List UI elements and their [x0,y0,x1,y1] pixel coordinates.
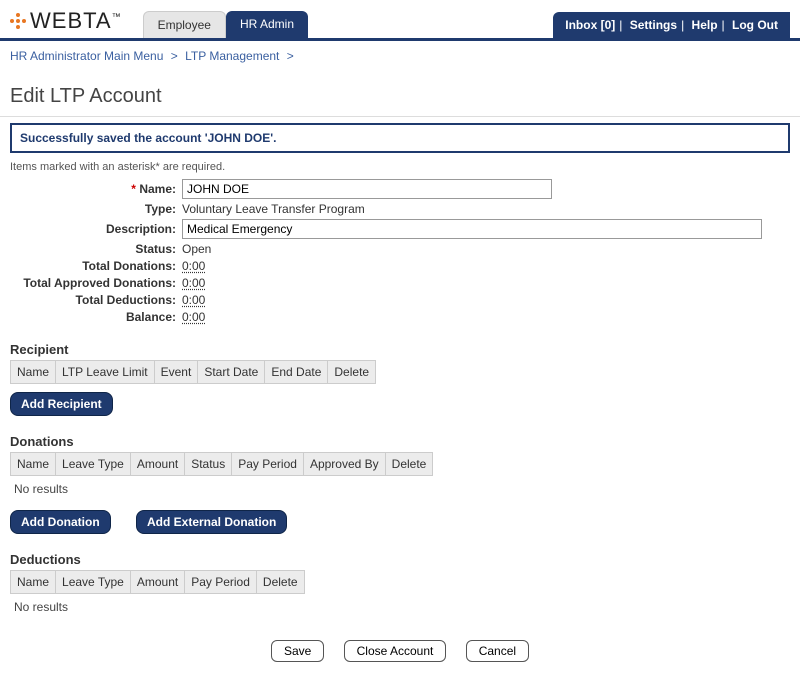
settings-link[interactable]: Settings [630,18,677,32]
total-donations-label: Total Donations: [10,259,182,273]
add-recipient-button[interactable]: Add Recipient [10,392,113,416]
total-donations-value: 0:00 [182,259,205,273]
col-end-date: End Date [265,361,328,384]
breadcrumb-main-menu[interactable]: HR Administrator Main Menu [10,49,163,63]
type-value: Voluntary Leave Transfer Program [182,202,365,216]
description-input[interactable] [182,219,762,239]
logo-text: WEBTA™ [30,8,122,34]
help-link[interactable]: Help [692,18,718,32]
name-input[interactable] [182,179,552,199]
breadcrumb-sep: > [171,49,178,63]
top-links: Inbox [0]| Settings| Help| Log Out [553,12,790,38]
col-amount: Amount [130,571,184,594]
status-value: Open [182,242,211,256]
name-label: * Name: [10,182,182,196]
logo-icon [10,13,26,29]
col-delete: Delete [328,361,376,384]
table-header-row: Name Leave Type Amount Pay Period Delete [11,571,305,594]
tab-hr-admin[interactable]: HR Admin [226,11,308,38]
total-approved-value: 0:00 [182,276,205,290]
col-start-date: Start Date [198,361,265,384]
breadcrumb: HR Administrator Main Menu > LTP Managem… [0,41,800,71]
add-external-donation-button[interactable]: Add External Donation [136,510,287,534]
form-section: * Name: Type: Voluntary Leave Transfer P… [10,179,790,324]
breadcrumb-sep: > [287,49,294,63]
title-rule [0,116,800,117]
breadcrumb-ltp-management[interactable]: LTP Management [185,49,279,63]
app-header: WEBTA™ Employee HR Admin Inbox [0]| Sett… [0,0,800,41]
deductions-no-results: No results [14,600,790,614]
donations-no-results: No results [14,482,790,496]
col-amount: Amount [130,453,184,476]
app-logo: WEBTA™ [10,8,122,34]
donations-table: Name Leave Type Amount Status Pay Period… [10,452,433,476]
col-leave-type: Leave Type [56,571,131,594]
col-pay-period: Pay Period [185,571,257,594]
col-name: Name [11,453,56,476]
table-header-row: Name Leave Type Amount Status Pay Period… [11,453,433,476]
success-notice: Successfully saved the account 'JOHN DOE… [10,123,790,153]
total-deductions-label: Total Deductions: [10,293,182,307]
table-header-row: Name LTP Leave Limit Event Start Date En… [11,361,376,384]
col-approved-by: Approved By [303,453,385,476]
page-title: Edit LTP Account [0,71,800,116]
col-name: Name [11,571,56,594]
balance-value: 0:00 [182,310,205,324]
col-name: Name [11,361,56,384]
col-pay-period: Pay Period [232,453,304,476]
type-label: Type: [10,202,182,216]
add-donation-button[interactable]: Add Donation [10,510,111,534]
save-button[interactable]: Save [271,640,324,662]
logout-link[interactable]: Log Out [732,18,778,32]
status-label: Status: [10,242,182,256]
total-approved-label: Total Approved Donations: [10,276,182,290]
required-note: Items marked with an asterisk* are requi… [10,161,790,173]
role-tabs: Employee HR Admin [143,11,308,38]
total-deductions-value: 0:00 [182,293,205,307]
col-status: Status [185,453,232,476]
col-event: Event [154,361,198,384]
col-delete: Delete [256,571,304,594]
tab-employee[interactable]: Employee [143,11,226,38]
col-delete: Delete [385,453,433,476]
footer-buttons: Save Close Account Cancel [10,640,790,662]
deductions-heading: Deductions [10,552,790,567]
cancel-button[interactable]: Cancel [466,640,529,662]
recipient-table: Name LTP Leave Limit Event Start Date En… [10,360,376,384]
balance-label: Balance: [10,310,182,324]
inbox-link[interactable]: Inbox [0] [565,18,615,32]
recipient-heading: Recipient [10,342,790,357]
col-ltp-leave-limit: LTP Leave Limit [56,361,155,384]
deductions-table: Name Leave Type Amount Pay Period Delete [10,570,305,594]
close-account-button[interactable]: Close Account [344,640,447,662]
donations-heading: Donations [10,434,790,449]
description-label: Description: [10,222,182,236]
col-leave-type: Leave Type [56,453,131,476]
